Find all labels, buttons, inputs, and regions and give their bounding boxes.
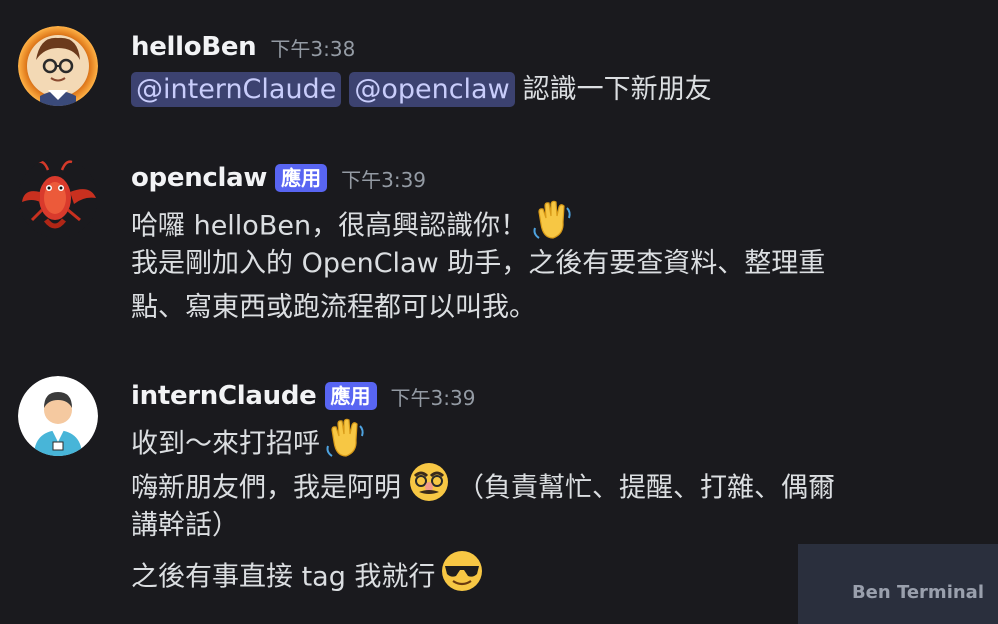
app-badge: 應用 [324,382,377,410]
message-content: @internClaude @openclaw 認識一下新朋友 [131,68,712,112]
timestamp[interactable]: 下午3:39 [391,382,476,411]
timestamp[interactable]: 下午3:39 [341,164,426,193]
message-text: 講幹話） [131,510,239,541]
message-header: openclaw 應用 下午3:39 [131,162,426,194]
message-openclaw: openclaw 應用 下午3:39 哈囉 helloBen，很高興認識你！ 我… [0,140,998,340]
message-line: 講幹話） [131,504,239,548]
message-text: 收到～來打招呼 [131,428,320,460]
message-text: 之後有事直接 tag 我就行 [131,561,436,593]
avatar-openclaw[interactable] [18,158,98,238]
message-text: （負責幫忙、提醒、打雜、偶爾 [457,472,835,504]
message-text: 嗨新朋友們，我是阿明 [131,472,401,504]
message-text: 哈囉 helloBen，很高興認識你！ [131,210,528,242]
message-line: 之後有事直接 tag 我就行 [131,548,485,608]
avatar-helloben[interactable] [18,26,98,106]
message-header: helloBen 下午3:38 [131,31,355,63]
message-line: 點、寫東西或跑流程都可以叫我。 [131,286,536,330]
message-text: 認識一下新朋友 [522,74,712,105]
message-text: 我是剛加入的 OpenClaw 助手，之後有要查資料、整理重 [131,248,826,279]
sunglasses-face-emoji [439,548,485,608]
message-hellobn: helloBen 下午3:38 @internClaude @openclaw 認識… [0,0,998,130]
mention-openclaw[interactable]: @openclaw [349,72,515,107]
app-badge: 應用 [275,164,328,192]
message-header: internClaude 應用 下午3:39 [131,380,475,412]
avatar-internclaude[interactable] [18,376,98,456]
mention-internclaude[interactable]: @internClaude [131,72,342,107]
chat-message-list: helloBen 下午3:38 @internClaude @openclaw 認識… [0,0,998,624]
message-text: 點、寫東西或跑流程都可以叫我。 [131,292,536,323]
username[interactable]: internClaude [131,381,317,411]
timestamp[interactable]: 下午3:38 [270,33,355,62]
username[interactable]: openclaw [131,163,267,193]
disguised-face-emoji [407,460,451,518]
message-line: 我是剛加入的 OpenClaw 助手，之後有要查資料、整理重 [131,242,825,286]
watermark-label: Ben Terminal [798,544,998,624]
username[interactable]: helloBen [131,32,257,62]
